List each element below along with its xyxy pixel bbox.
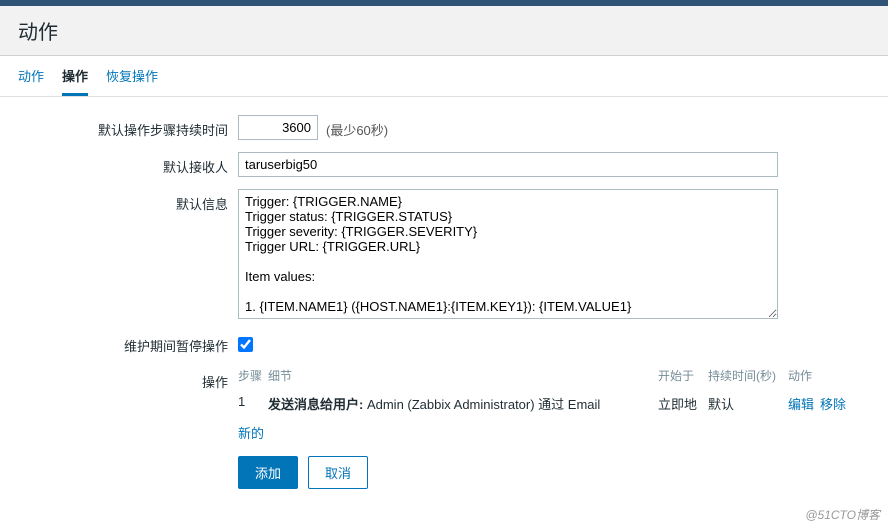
- col-header-duration: 持续时间(秒): [708, 367, 788, 384]
- cell-duration: 默认: [708, 394, 788, 413]
- checkbox-pause-maintenance[interactable]: [238, 337, 253, 352]
- remove-link[interactable]: 移除: [820, 397, 846, 412]
- label-message: 默认信息: [18, 189, 238, 319]
- col-header-action: 动作: [788, 367, 848, 384]
- tab-operations[interactable]: 操作: [62, 66, 88, 96]
- cell-detail-bold: 发送消息给用户:: [268, 397, 363, 412]
- cell-start: 立即地: [658, 394, 708, 413]
- col-header-start: 开始于: [658, 367, 708, 384]
- cell-detail-rest: Admin (Zabbix Administrator) 通过 Email: [363, 397, 600, 412]
- tab-recovery-operations[interactable]: 恢复操作: [106, 66, 158, 96]
- form-buttons: 添加 取消: [238, 456, 848, 489]
- operations-header: 步骤 细节 开始于 持续时间(秒) 动作: [238, 367, 848, 388]
- cell-step: 1: [238, 394, 268, 413]
- row-message: 默认信息: [18, 189, 848, 319]
- cell-detail: 发送消息给用户: Admin (Zabbix Administrator) 通过…: [268, 394, 658, 413]
- row-pause-maintenance: 维护期间暂停操作: [18, 331, 848, 355]
- form: 默认操作步骤持续时间 (最少60秒) 默认接收人 默认信息 维护期间暂停操作 操…: [0, 97, 888, 519]
- input-recipient[interactable]: [238, 152, 778, 177]
- col-header-detail: 细节: [268, 367, 658, 384]
- tabs: 动作 操作 恢复操作: [0, 56, 888, 97]
- label-step-duration: 默认操作步骤持续时间: [18, 115, 238, 140]
- label-operations: 操作: [18, 367, 238, 489]
- row-recipient: 默认接收人: [18, 152, 848, 177]
- tab-action[interactable]: 动作: [18, 66, 44, 96]
- label-pause-maintenance: 维护期间暂停操作: [18, 331, 238, 355]
- row-step-duration: 默认操作步骤持续时间 (最少60秒): [18, 115, 848, 140]
- page-title: 动作: [18, 16, 870, 45]
- add-button[interactable]: 添加: [238, 456, 298, 489]
- hint-step-duration: (最少60秒): [326, 115, 388, 139]
- operations-table: 步骤 细节 开始于 持续时间(秒) 动作 1 发送消息给用户: Admin (Z…: [238, 367, 848, 489]
- edit-link[interactable]: 编辑: [788, 397, 814, 412]
- cell-actions: 编辑移除: [788, 394, 848, 413]
- col-header-step: 步骤: [238, 367, 268, 384]
- label-recipient: 默认接收人: [18, 152, 238, 177]
- new-operation-link[interactable]: 新的: [238, 426, 264, 441]
- page-header: 动作: [0, 6, 888, 56]
- watermark: @51CTO博客: [805, 506, 880, 523]
- new-operation-row: 新的: [238, 419, 848, 442]
- table-row: 1 发送消息给用户: Admin (Zabbix Administrator) …: [238, 388, 848, 419]
- cancel-button[interactable]: 取消: [308, 456, 368, 489]
- input-step-duration[interactable]: [238, 115, 318, 140]
- textarea-message[interactable]: [238, 189, 778, 319]
- row-operations: 操作 步骤 细节 开始于 持续时间(秒) 动作 1 发送消息给用户: Admin…: [18, 367, 848, 489]
